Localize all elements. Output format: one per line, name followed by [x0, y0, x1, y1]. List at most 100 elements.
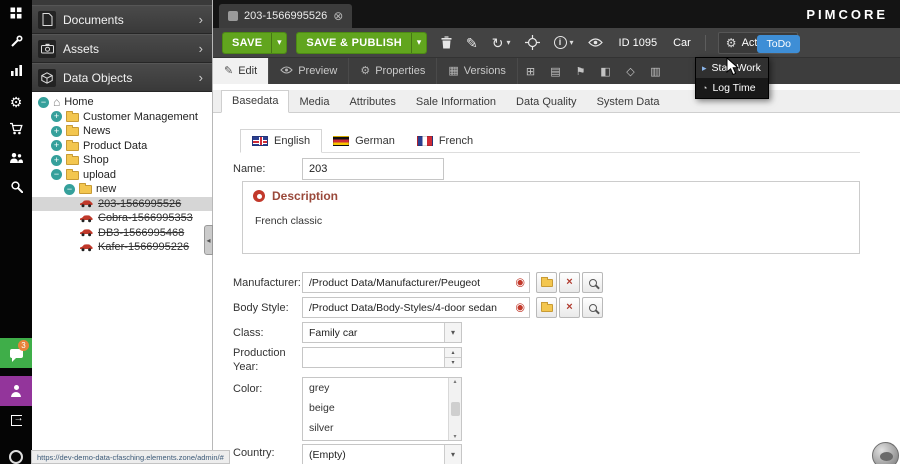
- manufacturer-browse-button[interactable]: [536, 272, 557, 293]
- workflow-button[interactable]: ◇: [618, 58, 643, 84]
- menu-item-log-time[interactable]: ◔ Log Time: [696, 78, 768, 98]
- info-dropdown-caret[interactable]: ▾: [570, 39, 574, 47]
- tab-media[interactable]: Media: [289, 92, 339, 113]
- color-option-beige[interactable]: beige: [303, 398, 448, 418]
- tab-data-quality[interactable]: Data Quality: [506, 92, 587, 113]
- tab-basedata[interactable]: Basedata: [221, 90, 289, 113]
- tree-item-customer-management[interactable]: + Customer Management: [32, 110, 212, 125]
- profile-button[interactable]: [0, 376, 32, 406]
- schedule-button[interactable]: ⊞: [518, 58, 543, 84]
- save-button[interactable]: SAVE ▾: [222, 32, 287, 54]
- expand-expander-icon[interactable]: +: [51, 126, 62, 137]
- name-input[interactable]: [302, 158, 444, 180]
- tree-item-news[interactable]: + News: [32, 124, 212, 139]
- save-publish-button-label[interactable]: SAVE & PUBLISH: [297, 33, 411, 53]
- chat-button[interactable]: 3: [0, 338, 32, 368]
- save-dropdown-caret[interactable]: ▾: [271, 33, 286, 53]
- doc-tab-203[interactable]: 203-1566995526 ⊗: [219, 4, 352, 28]
- bodystyle-browse-button[interactable]: [536, 297, 557, 318]
- bodystyle-search-button[interactable]: [582, 297, 603, 318]
- tab-attributes[interactable]: Attributes: [339, 92, 405, 113]
- tab-preview[interactable]: Preview: [269, 58, 349, 84]
- spin-down-icon[interactable]: ▾: [445, 358, 461, 367]
- pimcore-mark-button[interactable]: [0, 435, 32, 464]
- todo-badge[interactable]: ToDo: [757, 35, 800, 53]
- tab-sale-information[interactable]: Sale Information: [406, 92, 506, 113]
- tools-button[interactable]: [0, 29, 32, 58]
- tree-item-shop[interactable]: + Shop: [32, 153, 212, 168]
- delete-button[interactable]: [441, 36, 452, 49]
- layout-button[interactable]: ▥: [643, 58, 668, 84]
- country-select[interactable]: (Empty) ▾: [302, 444, 462, 464]
- trash-icon: [441, 36, 452, 49]
- save-button-label[interactable]: SAVE: [223, 33, 271, 53]
- description-value[interactable]: French classic: [243, 203, 859, 239]
- scroll-up-icon[interactable]: ▴: [453, 378, 456, 385]
- open-relation-icon[interactable]: ◉: [515, 302, 525, 313]
- color-scrollbar[interactable]: ▴ ▾: [448, 378, 461, 440]
- logout-button[interactable]: →: [0, 406, 32, 435]
- manufacturer-search-button[interactable]: [582, 272, 603, 293]
- tab-edit[interactable]: ✎ Edit: [213, 58, 269, 84]
- panel-data-objects[interactable]: Data Objects ›: [32, 63, 212, 92]
- save-publish-button[interactable]: SAVE & PUBLISH ▾: [296, 32, 427, 54]
- tab-language-german[interactable]: German: [322, 129, 406, 153]
- class-select[interactable]: Family car ▾: [302, 322, 462, 343]
- settings-button[interactable]: ⚙: [0, 87, 32, 116]
- color-option-silver[interactable]: silver: [303, 418, 448, 438]
- dashboard-button[interactable]: [0, 0, 32, 29]
- search-button[interactable]: [0, 174, 32, 203]
- scroll-down-icon[interactable]: ▾: [453, 433, 456, 440]
- reload-button[interactable]: ↻▾: [492, 36, 511, 50]
- spin-up-icon[interactable]: ▴: [445, 348, 461, 358]
- expand-expander-icon[interactable]: +: [51, 111, 62, 122]
- support-widget[interactable]: [872, 442, 899, 464]
- color-multiselect[interactable]: grey beige silver ▴ ▾: [302, 377, 462, 441]
- tree-item-db3[interactable]: DB3-1566995468: [32, 226, 212, 241]
- tree-item-new[interactable]: − new: [32, 182, 212, 197]
- tree-item-cobra[interactable]: Cobra-1566995353: [32, 211, 212, 226]
- tree-item-203[interactable]: 203-1566995526: [32, 197, 212, 212]
- manufacturer-remove-button[interactable]: ×: [559, 272, 580, 293]
- tab-properties[interactable]: ⚙ Properties: [349, 58, 437, 84]
- open-relation-icon[interactable]: ◉: [515, 277, 525, 288]
- panel-assets[interactable]: Assets ›: [32, 34, 212, 63]
- bodystyle-remove-button[interactable]: ×: [559, 297, 580, 318]
- ecommerce-button[interactable]: [0, 116, 32, 145]
- chevron-down-icon[interactable]: ▾: [444, 323, 461, 342]
- reports-button[interactable]: [0, 58, 32, 87]
- color-option-grey[interactable]: grey: [303, 378, 448, 398]
- menu-item-start-work[interactable]: ▸ Start Work: [696, 58, 768, 78]
- locate-in-tree-button[interactable]: [525, 35, 540, 50]
- open-preview-button[interactable]: [588, 38, 603, 47]
- tab-language-french[interactable]: French: [406, 129, 484, 153]
- tab-versions[interactable]: ▦ Versions: [437, 58, 518, 84]
- tree-item-product-data[interactable]: + Product Data: [32, 139, 212, 154]
- production-year-spinner[interactable]: ▴▾: [302, 347, 462, 368]
- collapse-expander-icon[interactable]: −: [38, 97, 49, 108]
- expand-expander-icon[interactable]: +: [51, 155, 62, 166]
- tab-system-data[interactable]: System Data: [587, 92, 670, 113]
- sidebar-collapse-handle[interactable]: ◂: [204, 225, 213, 255]
- panel-documents[interactable]: Documents ›: [32, 5, 212, 34]
- save-publish-dropdown-caret[interactable]: ▾: [411, 33, 426, 53]
- notes-events-button[interactable]: ▤: [543, 58, 568, 84]
- tree-item-kafer[interactable]: Kafer-1566995226: [32, 240, 212, 255]
- info-button[interactable]: i▾: [554, 36, 574, 49]
- tab-language-english[interactable]: English: [240, 129, 322, 153]
- bookmark-button[interactable]: ⚑: [568, 58, 593, 84]
- tree-item-home[interactable]: − ⌂ Home: [32, 95, 212, 110]
- manufacturer-field[interactable]: /Product Data/Manufacturer/Peugeot ◉: [302, 272, 530, 293]
- bodystyle-field[interactable]: /Product Data/Body-Styles/4-door sedan ◉: [302, 297, 530, 318]
- collapse-expander-icon[interactable]: −: [64, 184, 75, 195]
- close-tab-icon[interactable]: ⊗: [333, 10, 343, 22]
- expand-expander-icon[interactable]: +: [51, 140, 62, 151]
- reload-dropdown-caret[interactable]: ▾: [507, 39, 511, 47]
- collapse-expander-icon[interactable]: −: [51, 169, 62, 180]
- customers-button[interactable]: [0, 145, 32, 174]
- tag-button[interactable]: ◧: [593, 58, 618, 84]
- chevron-down-icon[interactable]: ▾: [444, 445, 461, 464]
- tree-item-upload[interactable]: − upload: [32, 168, 212, 183]
- scrollbar-thumb[interactable]: [451, 402, 460, 416]
- rename-button[interactable]: ✎: [466, 36, 478, 50]
